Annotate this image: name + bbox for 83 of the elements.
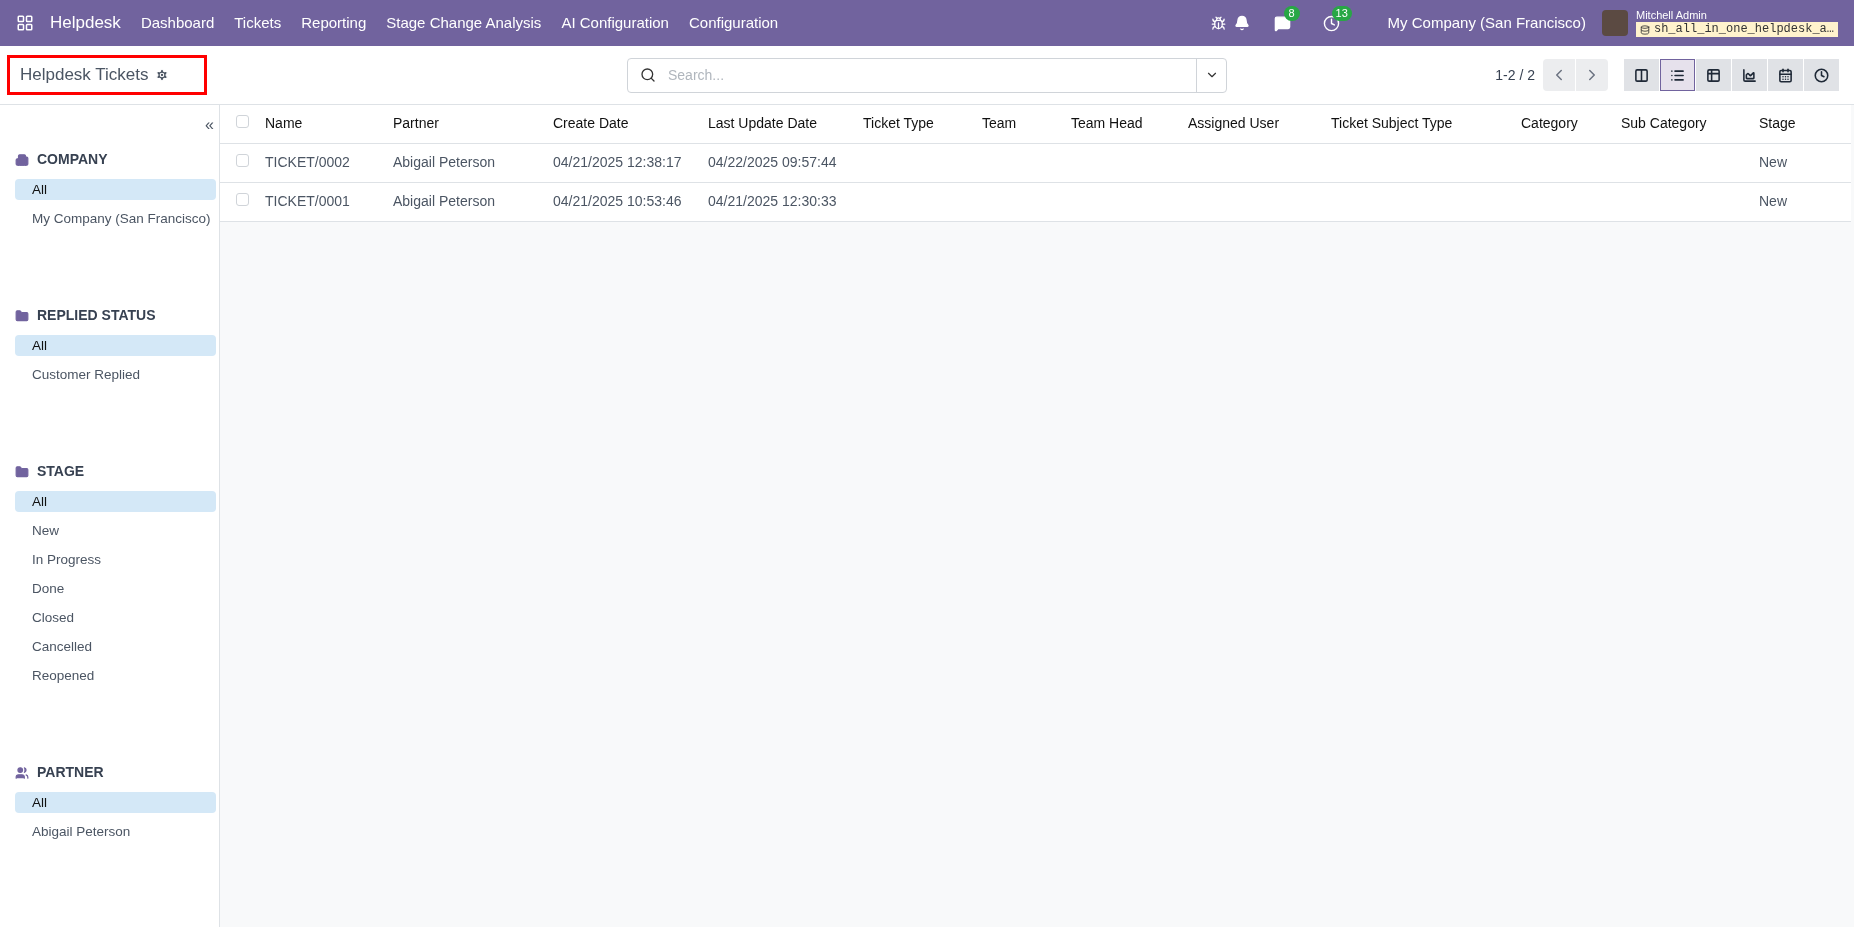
pivot-view-button[interactable] <box>1696 59 1731 91</box>
activity-count-badge: 13 <box>1331 5 1352 21</box>
column-header[interactable]: Ticket Type <box>863 115 934 132</box>
column-header[interactable]: Category <box>1521 115 1578 132</box>
filter-section-title: STAGE <box>37 462 85 481</box>
kanban-icon <box>1634 67 1649 83</box>
apps-menu-icon[interactable] <box>16 14 34 32</box>
checkbox[interactable] <box>236 154 249 167</box>
column-header[interactable]: Name <box>265 115 303 132</box>
pager-value[interactable]: 1-2 / 2 <box>1495 64 1535 86</box>
checkbox[interactable] <box>236 115 249 129</box>
database-name: sh_all_in_one_helpdesk_a… <box>1635 22 1838 38</box>
table-cell: 04/21/2025 12:38:17 <box>553 154 682 170</box>
app-name[interactable]: Helpdesk <box>50 10 121 36</box>
table-row[interactable]: TICKET/0001 Abigail Peterson 04/21/2025 10:53:46 04/21/2025 12:30:33 New <box>220 182 1851 221</box>
page-title: Helpdesk Tickets <box>20 64 149 87</box>
debug-icon[interactable] <box>1210 15 1226 31</box>
calendar-view-button[interactable] <box>1768 59 1803 91</box>
filter-item[interactable]: All <box>15 491 216 512</box>
filter-item[interactable]: Done <box>15 578 216 599</box>
filter-item[interactable]: All <box>15 792 216 813</box>
menu-item[interactable]: Stage Change Analysis <box>386 11 542 35</box>
area-chart-icon <box>1742 67 1757 83</box>
filter-section-title: PARTNER <box>37 763 104 782</box>
chat-icon[interactable] <box>1273 14 1291 32</box>
table-cell: 04/21/2025 10:53:46 <box>553 193 682 209</box>
filter-section-title: REPLIED STATUS <box>37 306 156 325</box>
column-header[interactable]: Stage <box>1759 115 1796 132</box>
menu-item[interactable]: Reporting <box>301 11 367 35</box>
company-switcher[interactable]: My Company (San Francisco) <box>1387 11 1586 35</box>
filter-item[interactable]: All <box>15 179 216 200</box>
table-row[interactable]: TICKET/0002 Abigail Peterson 04/21/2025 12:38:17 04/22/2025 09:57:44 New <box>220 143 1851 182</box>
settings-icon[interactable] <box>154 68 169 82</box>
filter-item[interactable]: Reopened <box>15 665 216 686</box>
filter-item[interactable]: Abigail Peterson <box>15 821 216 842</box>
menu-item[interactable]: Dashboard <box>140 11 215 35</box>
menu-item[interactable]: AI Configuration <box>561 11 669 35</box>
users-icon <box>15 765 29 780</box>
folder-icon <box>15 308 29 323</box>
filter-item[interactable]: Closed <box>15 607 216 628</box>
filter-section-title: COMPANY <box>37 150 108 169</box>
list-icon <box>1670 67 1685 83</box>
kanban-view-button[interactable] <box>1624 59 1659 91</box>
column-header[interactable]: Partner <box>393 115 439 132</box>
list-view-button[interactable] <box>1660 59 1695 91</box>
search-field[interactable]: Search... <box>627 57 1227 93</box>
user-name[interactable]: Mitchell Admin <box>1635 8 1838 23</box>
column-header[interactable]: Team <box>982 115 1017 132</box>
calendar-icon <box>1778 67 1793 83</box>
table-cell: 04/21/2025 12:30:33 <box>708 193 837 209</box>
table-cell: New <box>1759 193 1787 209</box>
collapse-sidebar-button[interactable]: « <box>205 113 214 137</box>
column-header[interactable]: Create Date <box>553 115 629 132</box>
column-header[interactable]: Assigned User <box>1188 115 1280 132</box>
column-header[interactable]: Ticket Subject Type <box>1331 115 1453 132</box>
database-icon <box>1639 24 1650 35</box>
message-count-badge: 8 <box>1283 5 1300 21</box>
filter-item[interactable]: In Progress <box>15 549 216 570</box>
graph-view-button[interactable] <box>1732 59 1767 91</box>
checkbox[interactable] <box>236 193 249 206</box>
clock-icon <box>1814 67 1829 83</box>
notification-icon[interactable] <box>1233 15 1250 31</box>
filter-item[interactable]: New <box>15 520 216 541</box>
table-cell: Abigail Peterson <box>393 193 495 209</box>
filter-item[interactable]: Customer Replied <box>15 364 216 385</box>
folder-icon <box>15 464 29 479</box>
table-cell: New <box>1759 154 1787 170</box>
menu-item[interactable]: Configuration <box>688 11 779 35</box>
table-cell: TICKET/0002 <box>265 154 350 170</box>
menu-item[interactable]: Tickets <box>234 11 282 35</box>
search-input[interactable]: Search... <box>668 64 1196 86</box>
search-icon <box>640 67 656 83</box>
filter-item[interactable]: All <box>15 335 216 356</box>
table-cell: Abigail Peterson <box>393 154 495 170</box>
filter-item[interactable]: My Company (San Francisco) <box>15 208 216 229</box>
grid-table-icon <box>1706 67 1721 83</box>
activity-view-button[interactable] <box>1804 59 1839 91</box>
column-header[interactable]: Last Update Date <box>708 115 817 132</box>
column-header[interactable]: Sub Category <box>1621 115 1707 132</box>
column-header[interactable]: Team Head <box>1071 115 1143 132</box>
table-cell: 04/22/2025 09:57:44 <box>708 154 837 170</box>
filter-item[interactable]: Cancelled <box>15 636 216 657</box>
table-cell: TICKET/0001 <box>265 193 350 209</box>
